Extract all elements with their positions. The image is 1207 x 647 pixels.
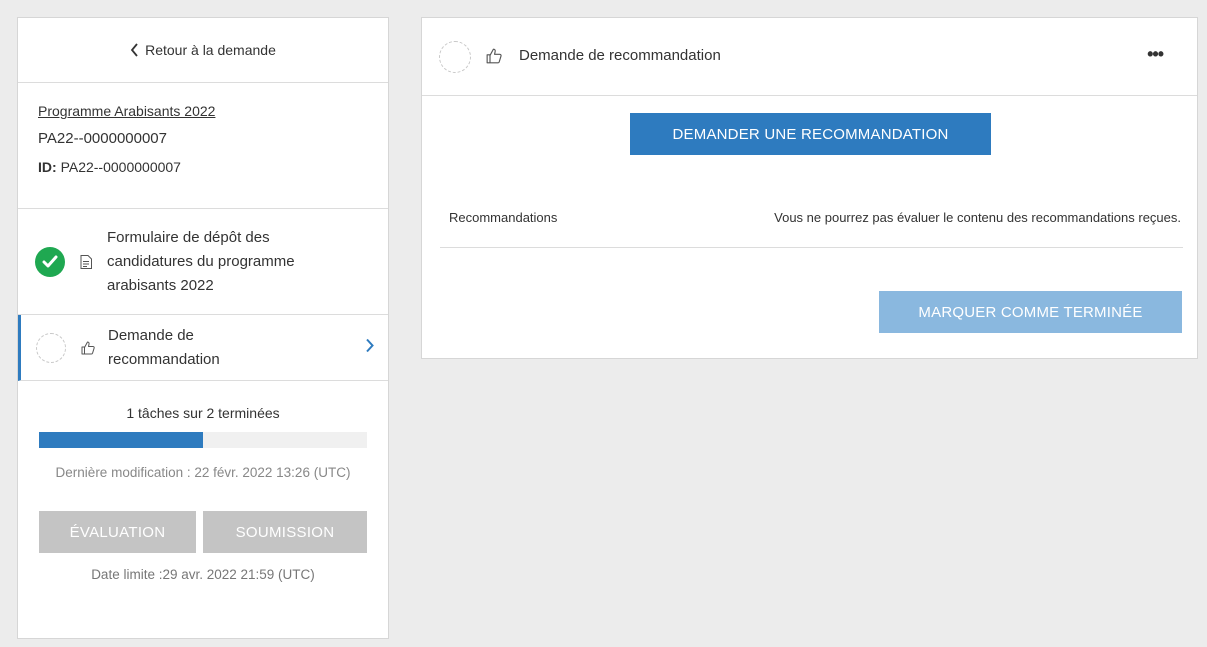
chevron-left-icon	[130, 43, 138, 57]
mark-complete-button[interactable]: MARQUER COMME TERMINÉE	[879, 291, 1182, 333]
recommendations-row: Recommandations Vous ne pourrez pas éval…	[440, 208, 1183, 248]
more-options-icon[interactable]: •••	[1147, 44, 1164, 65]
pending-status-icon	[36, 332, 66, 363]
deadline: Date limite :29 avr. 2022 21:59 (UTC)	[91, 567, 315, 582]
id-value: PA22--0000000007	[60, 159, 181, 175]
pending-status-icon	[439, 41, 471, 73]
progress-section: 1 tâches sur 2 terminées Dernière modifi…	[18, 381, 388, 582]
request-recommendation-button[interactable]: DEMANDER UNE RECOMMANDATION	[630, 113, 991, 155]
back-label: Retour à la demande	[145, 42, 276, 58]
recommendations-note: Vous ne pourrez pas évaluer le contenu d…	[774, 210, 1181, 225]
task-sidebar: Retour à la demande Programme Arabisants…	[17, 17, 389, 639]
progress-bar-fill	[39, 432, 203, 448]
chevron-right-icon	[366, 338, 374, 353]
check-circle-icon	[35, 246, 65, 277]
progress-text: 1 tâches sur 2 terminées	[126, 405, 280, 421]
task-label: Formulaire de dépôt des candidatures du …	[107, 228, 295, 294]
id-label: ID:	[38, 159, 57, 175]
thumbs-up-icon	[486, 48, 502, 64]
progress-bar	[39, 432, 367, 448]
evaluation-button[interactable]: ÉVALUATION	[39, 511, 196, 553]
thumbs-up-icon	[81, 341, 95, 354]
submission-button[interactable]: SOUMISSION	[203, 511, 367, 553]
task-detail-panel: Demande de recommandation ••• DEMANDER U…	[421, 17, 1198, 359]
application-code: PA22--0000000007	[38, 130, 167, 147]
task-header: Demande de recommandation •••	[422, 18, 1197, 96]
document-icon	[80, 254, 92, 269]
back-to-request-link[interactable]: Retour à la demande	[18, 18, 388, 83]
last-modified: Dernière modification : 22 févr. 2022 13…	[55, 465, 351, 480]
task-title: Demande de recommandation	[519, 47, 721, 64]
task-label: Demande de recommandation	[108, 326, 220, 368]
application-info: Programme Arabisants 2022 PA22--00000000…	[18, 83, 388, 209]
application-id: ID: PA22--0000000007	[38, 159, 388, 175]
task-item-recommendation[interactable]: Demande de recommandation	[18, 315, 388, 381]
program-link[interactable]: Programme Arabisants 2022	[38, 103, 388, 119]
recommendations-label: Recommandations	[449, 210, 558, 225]
task-item-form[interactable]: Formulaire de dépôt des candidatures du …	[18, 209, 388, 315]
